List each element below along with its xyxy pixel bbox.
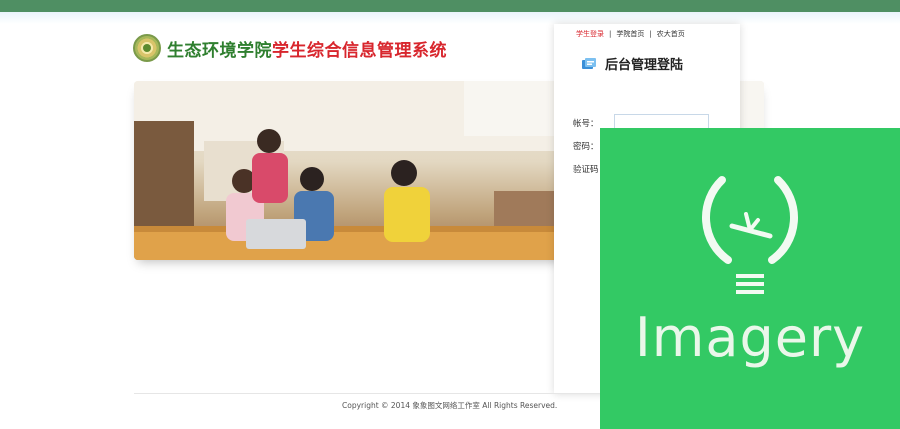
lightbulb-icon: [702, 176, 798, 294]
top-glow: [0, 12, 900, 24]
copyright-text: Copyright © 2014 象象图文网络工作室 All Rights Re…: [342, 401, 558, 410]
top-links: 学生登录 | 学院首页 | 农大首页: [576, 29, 685, 39]
link-university-home[interactable]: 农大首页: [657, 30, 685, 38]
link-separator: |: [609, 30, 612, 38]
site-title: 生态环境学院学生综合信息管理系统: [167, 36, 447, 61]
footer-divider: [134, 393, 600, 394]
site-logo[interactable]: 生态环境学院学生综合信息管理系统: [133, 34, 447, 62]
admin-login-icon: [582, 57, 596, 69]
login-title-text: 后台管理登陆: [605, 58, 684, 73]
school-emblem-icon: [133, 34, 161, 62]
account-label: 帐号：: [573, 119, 599, 129]
captcha-label: 验证码: [573, 165, 599, 175]
login-title: 后台管理登陆: [581, 54, 683, 73]
site-title-system: 学生综合信息管理系统: [272, 40, 447, 61]
imagery-watermark: Imagery: [600, 128, 900, 429]
site-title-school: 生态环境学院: [167, 40, 272, 61]
imagery-word: Imagery: [634, 306, 866, 369]
link-student-login[interactable]: 学生登录: [576, 30, 604, 38]
link-separator: |: [649, 30, 652, 38]
link-college-home[interactable]: 学院首页: [616, 30, 644, 38]
top-bar: [0, 0, 900, 12]
password-label: 密码：: [573, 142, 599, 152]
